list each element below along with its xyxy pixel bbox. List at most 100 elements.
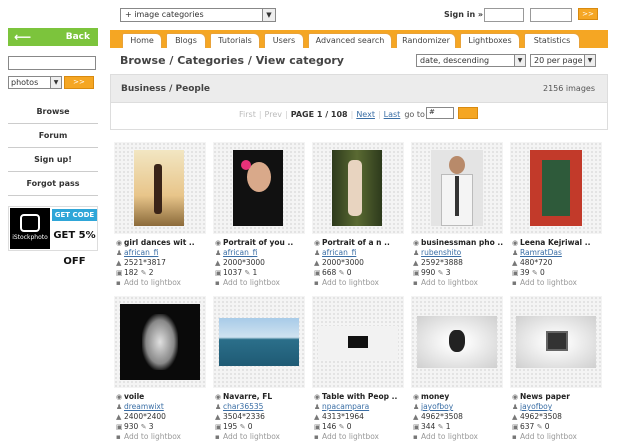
- image-author[interactable]: jayofboy: [520, 402, 552, 411]
- image-author[interactable]: char36535: [223, 402, 263, 411]
- per-page-select[interactable]: 20 per page ▼: [530, 54, 596, 67]
- image-author[interactable]: npacampara: [322, 402, 369, 411]
- dimensions-icon: ▲: [116, 413, 122, 421]
- thumbnail-frame[interactable]: [312, 296, 404, 388]
- chevron-down-icon[interactable]: ▼: [514, 55, 525, 66]
- thumbnail-frame[interactable]: [411, 142, 503, 234]
- sidebar-item-forgot-pass[interactable]: Forgot pass: [8, 172, 98, 196]
- thumbnail-frame[interactable]: [510, 142, 602, 234]
- category-select[interactable]: + image categories ▼: [120, 8, 276, 22]
- thumbnail-image[interactable]: [120, 304, 200, 380]
- chevron-down-icon[interactable]: ▼: [50, 77, 61, 88]
- search-input[interactable]: [8, 56, 96, 70]
- tab-statistics[interactable]: Statistics: [524, 33, 580, 48]
- thumbnail-frame[interactable]: [411, 296, 503, 388]
- image-author[interactable]: RamratDas: [520, 248, 562, 257]
- add-to-lightbox-link[interactable]: Add to lightbox: [421, 278, 478, 287]
- image-meta: ◉ News paper ♟ jayofboy ▲ 4962*3508 ▣637 ✎ 0…: [512, 392, 608, 442]
- thumbnail-frame[interactable]: [213, 142, 305, 234]
- add-to-lightbox-link[interactable]: Add to lightbox: [520, 432, 577, 441]
- signin-label: Sign in »: [444, 10, 484, 19]
- chevron-down-icon[interactable]: ▼: [262, 9, 275, 21]
- image-title[interactable]: Portrait of a n ..: [322, 238, 390, 247]
- promo-banner[interactable]: iStockphoto GET CODE GET 5% OFF: [8, 206, 98, 267]
- add-to-lightbox-link[interactable]: Add to lightbox: [124, 432, 181, 441]
- password-input[interactable]: [530, 8, 572, 22]
- tab-home[interactable]: Home: [122, 33, 162, 48]
- tab-randomizer[interactable]: Randomizer: [396, 33, 456, 48]
- image-title[interactable]: Portrait of you ..: [223, 238, 293, 247]
- image-title[interactable]: girl dances wit ..: [124, 238, 195, 247]
- tab-tutorials[interactable]: Tutorials: [210, 33, 260, 48]
- tab-blogs[interactable]: Blogs: [166, 33, 206, 48]
- image-author[interactable]: african_fi: [124, 248, 158, 257]
- search-button[interactable]: >>: [64, 76, 94, 89]
- add-to-lightbox-link[interactable]: Add to lightbox: [421, 432, 478, 441]
- camera-icon: ◉: [512, 239, 519, 247]
- pager-next[interactable]: Next: [356, 110, 375, 119]
- image-author[interactable]: dreamwixt: [124, 402, 164, 411]
- thumbnail-frame[interactable]: [213, 296, 305, 388]
- tab-lightboxes[interactable]: Lightboxes: [460, 33, 520, 48]
- page-go-button[interactable]: [458, 107, 478, 119]
- sidebar-item-browse[interactable]: Browse: [8, 100, 98, 124]
- image-title[interactable]: Leena Kejriwal ..: [520, 238, 590, 247]
- image-author[interactable]: african_fi: [223, 248, 257, 257]
- thumbnail-image[interactable]: [318, 326, 398, 360]
- add-to-lightbox-link[interactable]: Add to lightbox: [520, 278, 577, 287]
- thumbnail-image[interactable]: [516, 316, 596, 368]
- thumbnail-frame[interactable]: [510, 296, 602, 388]
- views-icon: ▣: [413, 423, 420, 431]
- tie-shape: [455, 176, 459, 216]
- tab-users[interactable]: Users: [264, 33, 304, 48]
- sidebar-item-forum[interactable]: Forum: [8, 124, 98, 148]
- page-number-input[interactable]: #: [426, 107, 454, 119]
- sort-order-select[interactable]: date, descending ▼: [416, 54, 526, 67]
- add-to-lightbox-link[interactable]: Add to lightbox: [124, 278, 181, 287]
- add-to-lightbox-link[interactable]: Add to lightbox: [223, 432, 280, 441]
- pager-last[interactable]: Last: [384, 110, 401, 119]
- sidebar-item-signup[interactable]: Sign up!: [8, 148, 98, 172]
- dimensions-icon: ▲: [116, 259, 122, 267]
- thumbnail-image[interactable]: [431, 150, 483, 226]
- istockphoto-logo: iStockphoto: [10, 208, 50, 249]
- user-icon: ♟: [215, 249, 222, 257]
- add-to-lightbox-link[interactable]: Add to lightbox: [322, 278, 379, 287]
- search-type-select[interactable]: photos ▼: [8, 76, 62, 89]
- panel-header: Business / People 2156 images: [111, 75, 607, 103]
- add-to-lightbox-link[interactable]: Add to lightbox: [223, 278, 280, 287]
- tab-advanced-search[interactable]: Advanced search: [308, 33, 392, 48]
- image-card: ◉ News paper ♟ jayofboy ▲ 4962*3508 ▣637 ✎ 0…: [510, 296, 608, 445]
- user-icon: ♟: [314, 403, 321, 411]
- image-title[interactable]: Table with Peop ..: [322, 392, 397, 401]
- thumbnail-image[interactable]: [233, 150, 283, 226]
- chevron-down-icon[interactable]: ▼: [584, 55, 595, 66]
- comments-icon: ✎: [338, 269, 345, 277]
- user-icon: ♟: [116, 403, 123, 411]
- image-card: ◉ Table with Peop .. ♟ npacampara ▲ 4313*19…: [312, 296, 410, 445]
- user-icon: ♟: [512, 249, 519, 257]
- back-button[interactable]: ⟵ Back: [8, 28, 98, 46]
- image-comments: 0: [539, 268, 545, 277]
- image-title[interactable]: News paper: [520, 392, 570, 401]
- thumbnail-frame[interactable]: [114, 296, 206, 388]
- thumbnail-frame[interactable]: [312, 142, 404, 234]
- image-title[interactable]: Navarre, FL: [223, 392, 272, 401]
- username-input[interactable]: [484, 8, 524, 22]
- thumbnail-frame[interactable]: [114, 142, 206, 234]
- image-title[interactable]: money: [421, 392, 449, 401]
- image-author[interactable]: jayofboy: [421, 402, 453, 411]
- user-icon: ♟: [413, 403, 420, 411]
- image-author[interactable]: african_fi: [322, 248, 356, 257]
- image-title[interactable]: businessman pho ..: [421, 238, 503, 247]
- thumbnail-image[interactable]: [332, 150, 382, 226]
- thumbnail-image[interactable]: [134, 150, 184, 226]
- add-to-lightbox-link[interactable]: Add to lightbox: [322, 432, 379, 441]
- thumbnail-image[interactable]: [530, 150, 582, 226]
- comments-icon: ✎: [437, 269, 444, 277]
- thumbnail-image[interactable]: [219, 318, 299, 366]
- image-author[interactable]: rubenshito: [421, 248, 461, 257]
- thumbnail-image[interactable]: [417, 316, 497, 368]
- signin-button[interactable]: >>: [578, 8, 598, 20]
- image-title[interactable]: voile: [124, 392, 144, 401]
